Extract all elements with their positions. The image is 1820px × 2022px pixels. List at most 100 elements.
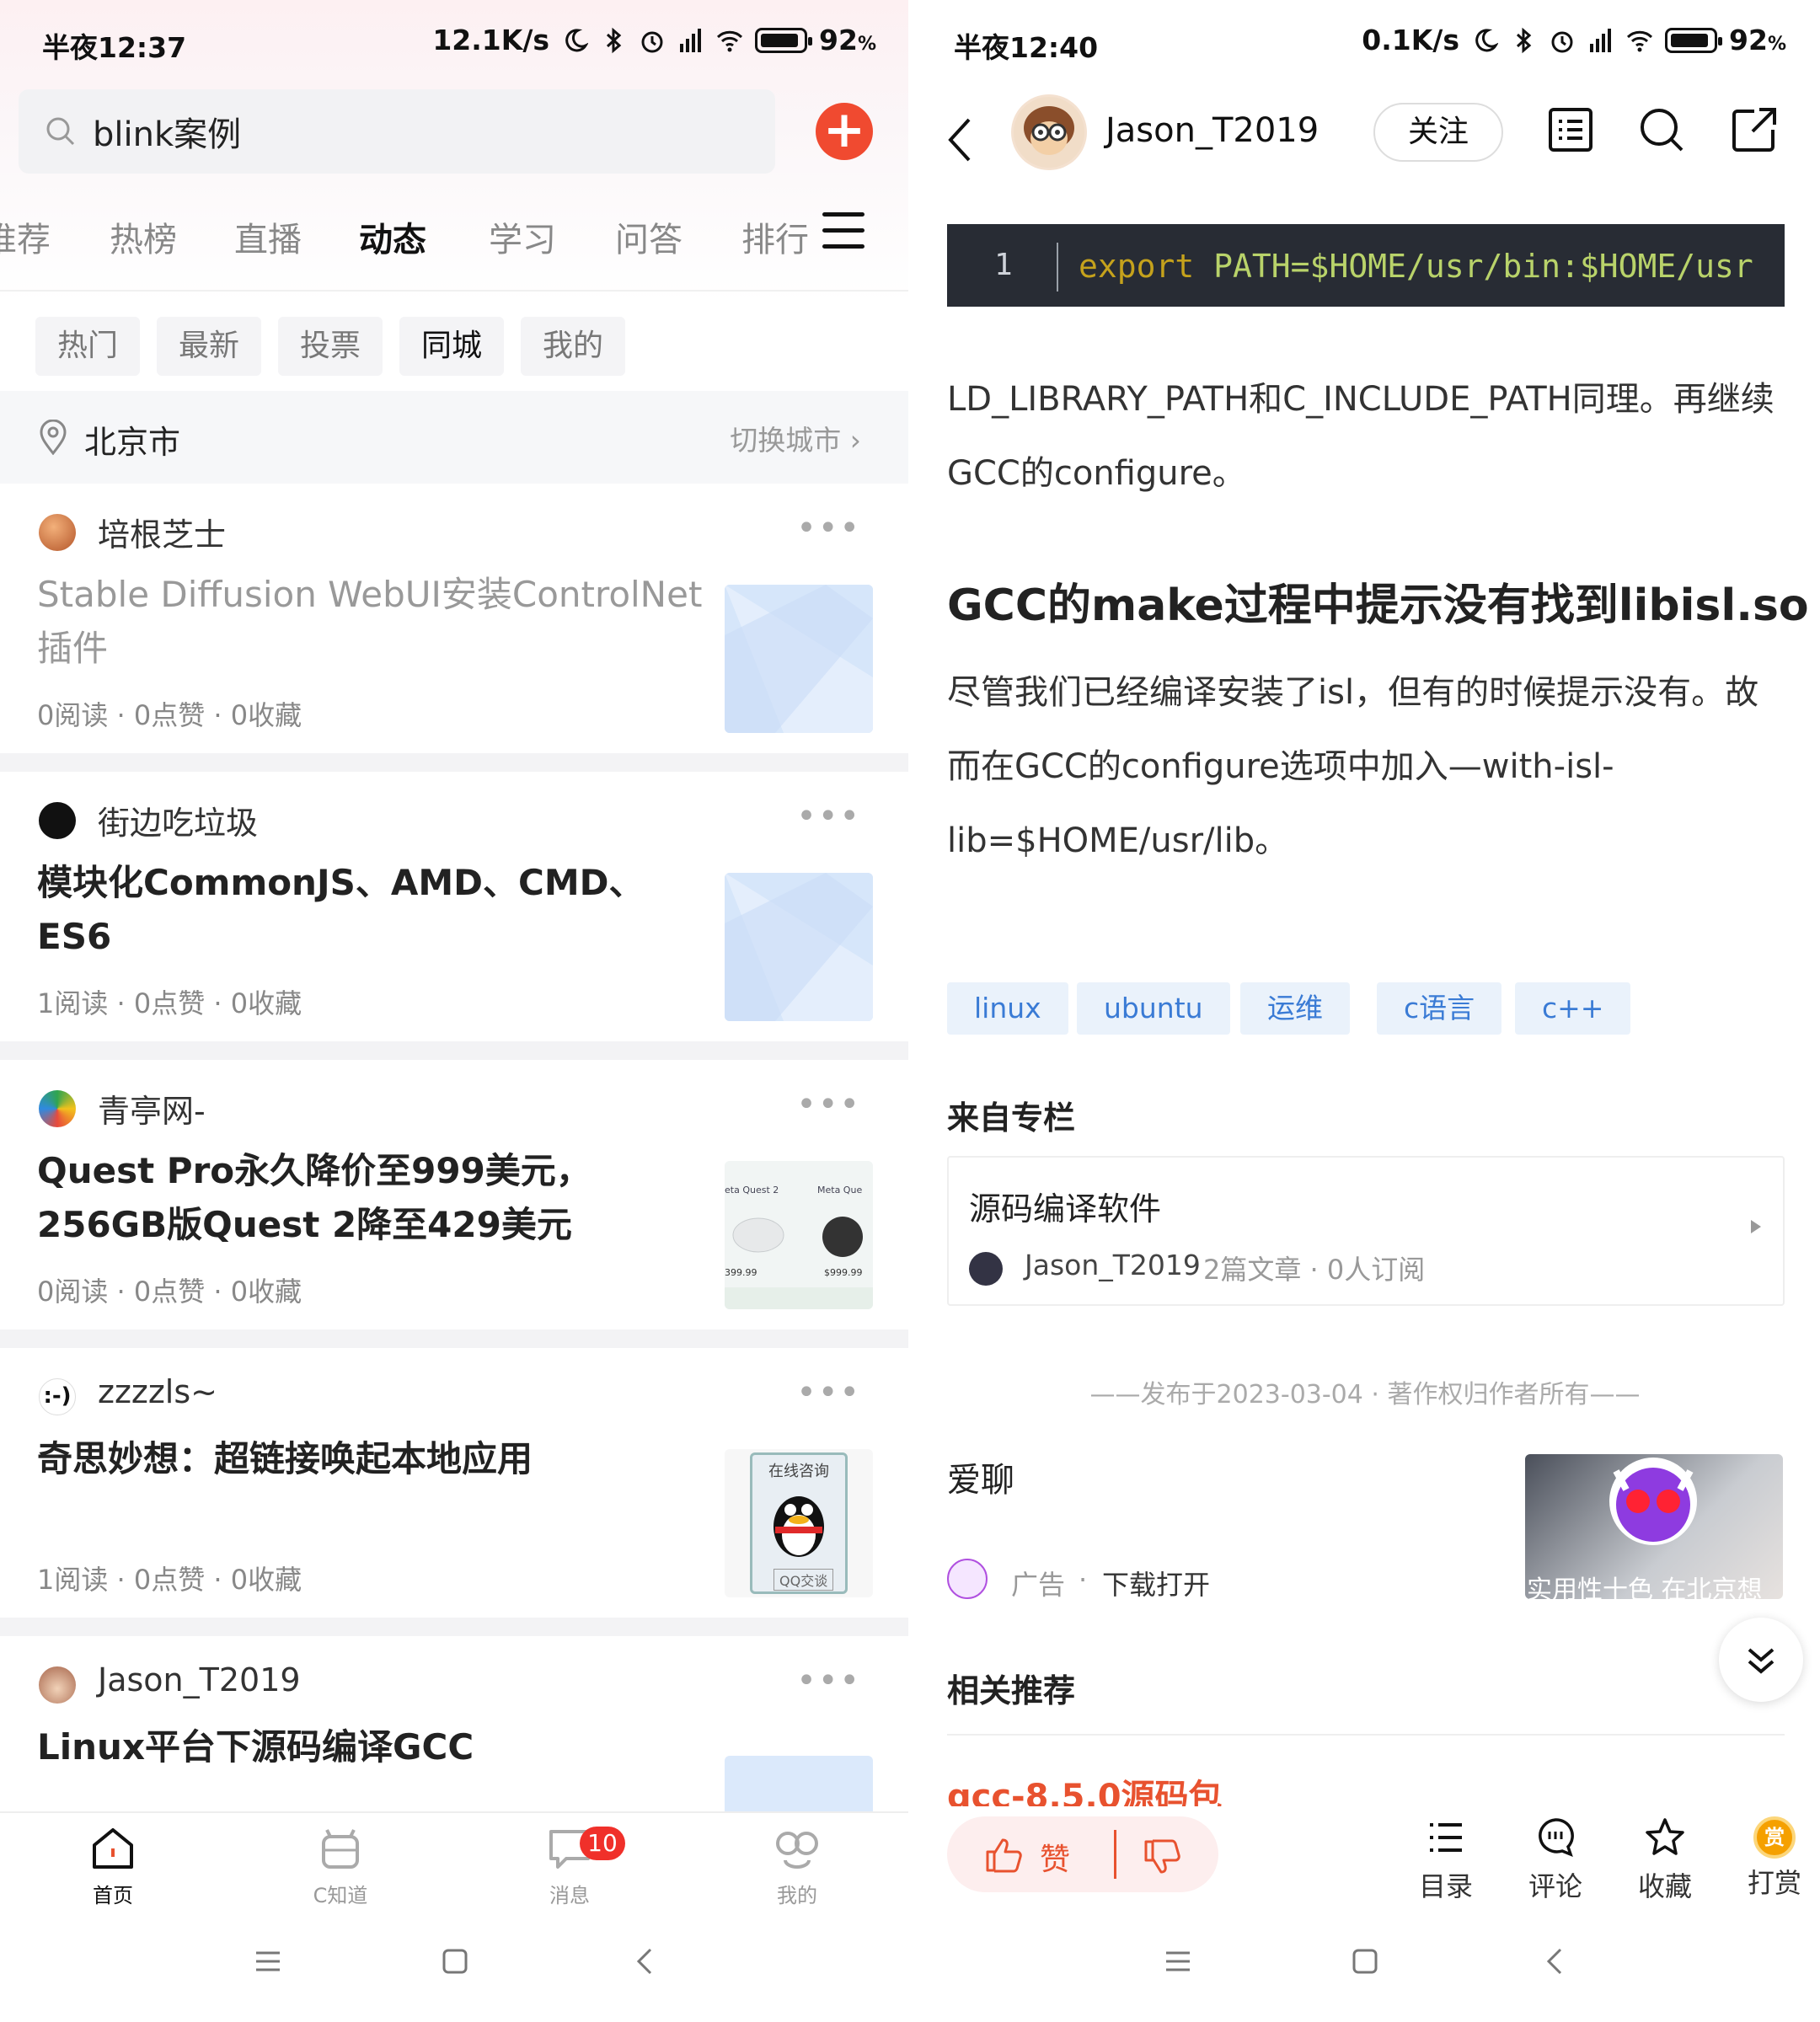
author-name[interactable]: Jason_T2019 bbox=[1105, 111, 1319, 150]
feed-title[interactable]: 奇思妙想：超链接唤起本地应用 bbox=[37, 1432, 703, 1486]
comment-button[interactable]: 评论 bbox=[1513, 1816, 1598, 1904]
city-bar: 北京市 切换城市 › bbox=[0, 391, 910, 484]
author-avatar[interactable]: :-) bbox=[39, 1378, 76, 1415]
thumbs-up-icon[interactable] bbox=[984, 1835, 1023, 1874]
feed-thumbnail[interactable]: eta Quest 2 Meta Que 399.99 $999.99 bbox=[725, 1161, 873, 1309]
more-options-icon[interactable]: ••• bbox=[796, 1373, 861, 1412]
share-icon[interactable] bbox=[1729, 104, 1780, 155]
home-button-icon[interactable] bbox=[440, 1946, 470, 1977]
tab-hot[interactable]: 热榜 bbox=[110, 212, 177, 261]
favorite-button[interactable]: 收藏 bbox=[1623, 1816, 1707, 1904]
author-name[interactable]: 青亭网- bbox=[98, 1085, 206, 1131]
tag[interactable]: linux bbox=[947, 982, 1068, 1035]
back-button-icon[interactable] bbox=[1540, 1946, 1571, 1977]
search-placeholder: blink案例 bbox=[93, 115, 242, 154]
thumbs-down-icon[interactable] bbox=[1143, 1838, 1181, 1877]
tab-feed[interactable]: 动态 bbox=[359, 212, 426, 261]
nav-messages[interactable]: 10 消息 bbox=[502, 1823, 637, 1908]
ad-image-text: 实用性十色 在北京想 bbox=[1527, 1575, 1763, 1599]
author-name[interactable]: 街边吃垃圾 bbox=[98, 797, 258, 843]
recents-icon[interactable] bbox=[253, 1946, 283, 1977]
more-options-icon[interactable]: ••• bbox=[796, 509, 861, 548]
chip-hot[interactable]: 热门 bbox=[35, 317, 141, 376]
network-speed: 12.1K/s bbox=[432, 24, 550, 56]
profile-icon bbox=[776, 1832, 818, 1869]
catalog-button[interactable]: 目录 bbox=[1404, 1816, 1488, 1904]
ad-download-link[interactable]: 下载打开 bbox=[1102, 1564, 1210, 1602]
back-arrow-icon[interactable] bbox=[944, 115, 977, 165]
author-name[interactable]: 培根芝士 bbox=[98, 509, 226, 555]
feed-title[interactable]: Linux平台下源码编译GCC bbox=[37, 1720, 703, 1774]
feed-thumbnail[interactable] bbox=[725, 585, 873, 733]
author-avatar[interactable] bbox=[39, 514, 76, 551]
author-avatar[interactable] bbox=[39, 802, 76, 839]
search-icon[interactable] bbox=[1636, 104, 1687, 155]
recents-icon[interactable] bbox=[1163, 1946, 1193, 1977]
action-label: 评论 bbox=[1528, 1870, 1582, 1902]
create-button[interactable]: + bbox=[816, 103, 873, 160]
code-keyword: export bbox=[1079, 248, 1195, 285]
back-button-icon[interactable] bbox=[630, 1946, 661, 1977]
feed-card[interactable]: 街边吃垃圾 ••• 模块化CommonJS、AMD、CMD、ES6 1阅读 · … bbox=[0, 772, 910, 1041]
tab-divider bbox=[0, 290, 910, 292]
author-avatar[interactable] bbox=[1011, 94, 1087, 170]
tab-qa[interactable]: 问答 bbox=[615, 212, 682, 261]
feed-title[interactable]: Stable Diffusion WebUI安装ControlNet插件 bbox=[37, 568, 703, 676]
chip-newest[interactable]: 最新 bbox=[157, 317, 262, 376]
menu-icon[interactable] bbox=[822, 212, 864, 251]
tag[interactable]: c语言 bbox=[1377, 982, 1502, 1035]
thumb-text: $999.99 bbox=[824, 1267, 863, 1278]
more-options-icon[interactable]: ••• bbox=[796, 797, 861, 836]
nav-cknow[interactable]: C知道 bbox=[273, 1823, 408, 1908]
article-paragraph: LD_LIBRARY_PATH和C_INCLUDE_PATH同理。再继续GCC的… bbox=[947, 380, 1774, 493]
more-options-icon[interactable]: ••• bbox=[796, 1085, 861, 1124]
home-button-icon[interactable] bbox=[1350, 1946, 1380, 1977]
double-chevron-down-icon bbox=[1748, 1648, 1774, 1674]
chip-local[interactable]: 同城 bbox=[399, 317, 505, 376]
feed-thumbnail[interactable]: 在线咨询 QQ交谈 bbox=[725, 1449, 873, 1597]
ad-title[interactable]: 爱聊 bbox=[947, 1452, 1014, 1501]
follow-button[interactable]: 关注 bbox=[1373, 103, 1503, 162]
tag[interactable]: ubuntu bbox=[1077, 982, 1230, 1035]
author-name[interactable]: Jason_T2019 bbox=[98, 1661, 301, 1698]
column-section-title: 来自专栏 bbox=[947, 1099, 1076, 1137]
tag[interactable]: 运维 bbox=[1240, 982, 1350, 1035]
column-card[interactable]: 源码编译软件 Jason_T2019 2篇文章 · 0人订阅 bbox=[947, 1156, 1785, 1306]
chip-mine[interactable]: 我的 bbox=[521, 317, 626, 376]
reward-button[interactable]: 赏 打赏 bbox=[1732, 1816, 1817, 1901]
tab-learn[interactable]: 学习 bbox=[489, 212, 556, 261]
location-pin-icon bbox=[40, 420, 67, 455]
column-author: Jason_T2019 bbox=[1025, 1249, 1201, 1281]
nav-home[interactable]: 首页 bbox=[46, 1823, 180, 1908]
like-label[interactable]: 赞 bbox=[1040, 1835, 1070, 1879]
feed-card[interactable]: 培根芝士 ••• Stable Diffusion WebUI安装Control… bbox=[0, 484, 910, 753]
switch-city-link[interactable]: 切换城市 › bbox=[730, 418, 861, 458]
author-avatar[interactable] bbox=[39, 1090, 76, 1127]
feed-thumbnail[interactable] bbox=[725, 873, 873, 1021]
feed-card[interactable]: 青亭网- ••• Quest Pro永久降价至999美元，256GB版Quest… bbox=[0, 1060, 910, 1329]
tab-rank[interactable]: 排行 bbox=[741, 212, 809, 261]
more-options-icon[interactable]: ••• bbox=[796, 1661, 861, 1700]
chip-vote[interactable]: 投票 bbox=[278, 317, 383, 376]
catalog-icon[interactable] bbox=[1545, 104, 1596, 155]
author-avatar[interactable] bbox=[39, 1666, 76, 1704]
nav-profile[interactable]: 我的 bbox=[730, 1823, 864, 1908]
bluetooth-icon bbox=[606, 27, 622, 53]
tag[interactable]: c++ bbox=[1515, 982, 1631, 1035]
feed-card[interactable]: :-) zzzzls~ ••• 奇思妙想：超链接唤起本地应用 1阅读 · 0点赞… bbox=[0, 1348, 910, 1618]
list-icon bbox=[1430, 1823, 1462, 1852]
related-divider bbox=[947, 1734, 1785, 1736]
search-input[interactable]: blink案例 bbox=[19, 89, 775, 174]
feed-title[interactable]: 模块化CommonJS、AMD、CMD、ES6 bbox=[37, 856, 703, 964]
chevron-right-icon bbox=[1751, 1220, 1761, 1233]
right-screen: 半夜12:40 0.1K/s 92% Jason_T2019 关注 1 expo… bbox=[910, 0, 1820, 2022]
thumb-text: 399.99 bbox=[725, 1267, 757, 1278]
author-name[interactable]: zzzzls~ bbox=[98, 1373, 217, 1410]
related-item-title[interactable]: gcc-8.5.0源码包 bbox=[947, 1769, 1223, 1806]
feed-title[interactable]: Quest Pro永久降价至999美元，256GB版Quest 2降至429美元 bbox=[37, 1144, 703, 1252]
ad-label: 广告 bbox=[1011, 1569, 1066, 1601]
tab-recommend[interactable]: 推荐 bbox=[0, 212, 51, 261]
scroll-down-button[interactable] bbox=[1719, 1618, 1803, 1702]
tab-live[interactable]: 直播 bbox=[234, 212, 302, 261]
ad-image[interactable]: 实用性十色 在北京想 bbox=[1525, 1454, 1783, 1599]
